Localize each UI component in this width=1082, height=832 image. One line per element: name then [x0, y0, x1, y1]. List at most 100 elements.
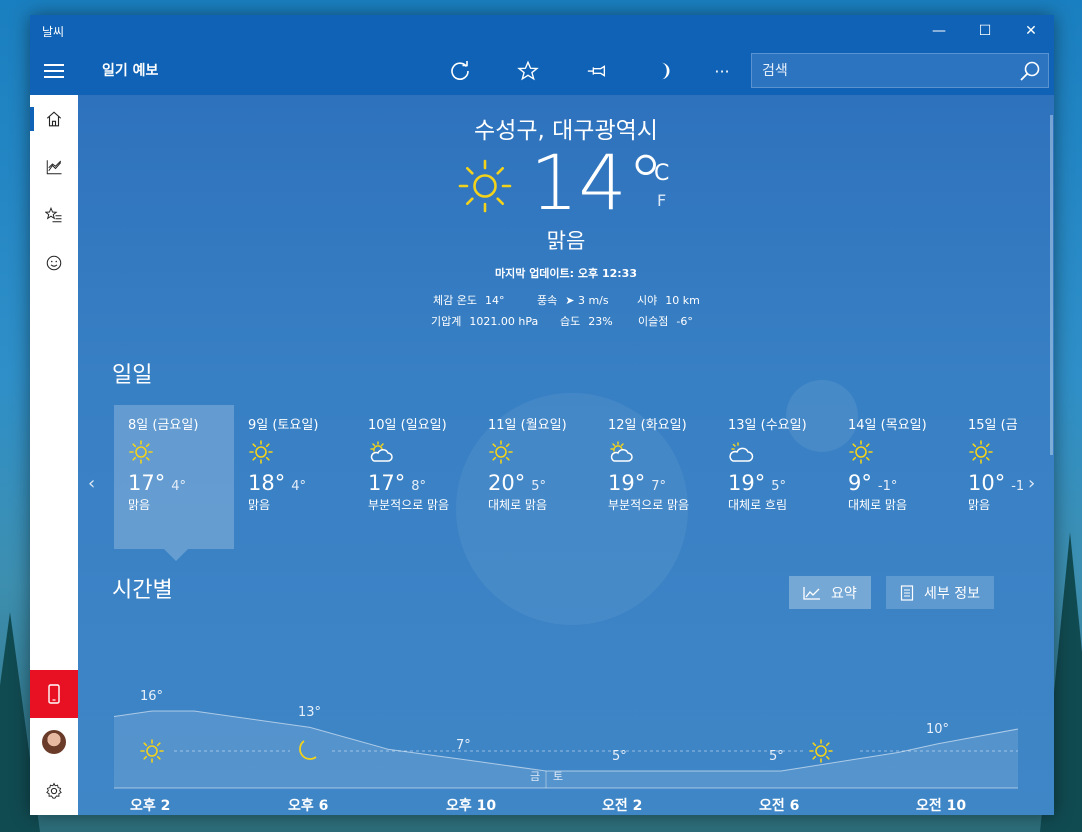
- weather-window: 날씨 — ☐ ✕ 일기 예보 ··· 검색 수성구, 대구광역시 14° C F…: [30, 15, 1054, 815]
- sun-icon: [458, 159, 512, 213]
- day-condition: 맑음: [968, 498, 991, 512]
- sun-icon: [489, 440, 513, 464]
- stat-wind: 풍속 ➤ 3 m/s: [537, 294, 609, 307]
- daily-section-title: 일일: [112, 363, 153, 388]
- page-title: 일기 예보: [102, 63, 159, 79]
- smiley-icon[interactable]: [30, 239, 78, 287]
- day-low: 7°: [651, 479, 667, 494]
- sun-icon: [129, 440, 153, 464]
- search-icon[interactable]: [1018, 59, 1042, 83]
- day-high: 20°: [488, 471, 526, 495]
- hourly-time-label: 오전 10: [916, 798, 967, 814]
- day-date: 12일 (화요일): [608, 418, 687, 433]
- details-label: 세부 정보: [924, 585, 980, 602]
- day-condition: 부분적으로 맑음: [608, 498, 690, 512]
- hourly-temp-label: 5°: [769, 749, 784, 764]
- sun-icon: [809, 739, 833, 763]
- chevron-left-icon[interactable]: ‹: [88, 473, 95, 494]
- day-condition: 맑음: [128, 498, 151, 512]
- avatar[interactable]: [42, 730, 66, 754]
- day-date: 9일 (토요일): [248, 418, 319, 433]
- unit-fahrenheit[interactable]: F: [657, 191, 666, 210]
- favorites-list-icon[interactable]: [30, 191, 78, 239]
- scrollbar[interactable]: [1050, 115, 1053, 455]
- document-icon: [900, 584, 914, 601]
- refresh-icon[interactable]: [442, 55, 478, 87]
- day-high: 18°: [248, 471, 286, 495]
- day-low: -1°: [877, 479, 898, 494]
- search-input[interactable]: [762, 60, 1012, 82]
- hourly-chart: [113, 710, 1019, 789]
- phone-icon[interactable]: [30, 670, 78, 718]
- app-bar: 일기 예보 ···: [30, 47, 1054, 95]
- day-low: 5°: [531, 479, 547, 494]
- day-low: 8°: [411, 479, 427, 494]
- day-high: 19°: [608, 471, 646, 495]
- hourly-temp-label: 13°: [298, 705, 322, 721]
- day-condition: 대체로 맑음: [848, 498, 908, 512]
- hourly-time-label: 오전 6: [759, 798, 800, 814]
- sun-icon: [249, 440, 273, 464]
- home-icon[interactable]: [30, 95, 78, 143]
- day-date: 15일 (금: [968, 418, 1018, 433]
- day-date: 10일 (일요일): [368, 418, 447, 433]
- day-date: 8일 (금요일): [128, 418, 199, 433]
- day-low: 5°: [771, 479, 787, 494]
- hamburger-menu-icon[interactable]: [30, 47, 78, 95]
- details-toggle-button[interactable]: 세부 정보: [886, 576, 994, 609]
- daily-day-card[interactable]: 11일 (월요일) 20° 5° 대체로 맑음: [474, 405, 594, 549]
- daily-day-card[interactable]: 14일 (목요일) 9° -1° 대체로 맑음: [834, 405, 954, 549]
- day-condition: 대체로 맑음: [488, 498, 548, 512]
- day-high: 17°: [128, 471, 166, 495]
- daily-day-card[interactable]: 10일 (일요일) 17° 8° 부분적으로 맑음: [354, 405, 474, 549]
- selection-notch: [164, 549, 188, 561]
- day-date: 11일 (월요일): [488, 418, 567, 433]
- close-button[interactable]: ✕: [1008, 15, 1054, 47]
- day-high: 10°: [968, 471, 1006, 495]
- maximize-button[interactable]: ☐: [962, 15, 1008, 47]
- favorite-icon[interactable]: [510, 55, 546, 87]
- unit-celsius[interactable]: C: [654, 161, 669, 186]
- daily-day-card[interactable]: 12일 (화요일) 19° 7° 부분적으로 맑음: [594, 405, 714, 549]
- hourly-temp-label: 10°: [926, 721, 950, 737]
- day-low: 4°: [291, 479, 307, 494]
- day-high: 17°: [368, 471, 406, 495]
- chart-icon: [803, 586, 820, 600]
- current-temperature: 14°: [530, 138, 665, 227]
- chevron-right-icon[interactable]: ›: [1028, 473, 1035, 494]
- hourly-time-label: 오후 10: [446, 798, 497, 814]
- hourly-time-label: 오전 2: [602, 798, 643, 814]
- hourly-temp-label: 5°: [612, 749, 627, 764]
- minimize-button[interactable]: —: [916, 15, 962, 47]
- stat-humidity: 습도 23%: [560, 315, 613, 328]
- last-updated: 마지막 업데이트: 오후 12:33: [495, 267, 637, 280]
- stat-feels-like: 체감 온도 14°: [433, 294, 505, 307]
- daily-day-card[interactable]: 9일 (토요일) 18° 4° 맑음: [234, 405, 354, 549]
- day-high: 9°: [848, 471, 872, 495]
- dark-mode-icon[interactable]: [646, 55, 682, 87]
- day-condition: 부분적으로 맑음: [368, 498, 450, 512]
- sun-icon: [969, 440, 993, 464]
- day-condition: 대체로 흐림: [728, 498, 788, 512]
- more-icon[interactable]: ···: [704, 55, 740, 87]
- daily-day-card[interactable]: 8일 (금요일) 17° 4° 맑음: [114, 405, 234, 561]
- hourly-temp-label: 7°: [456, 738, 471, 754]
- day-marker-right: 토: [553, 770, 564, 783]
- temperature-area: [114, 711, 1018, 788]
- chart-icon[interactable]: [30, 143, 78, 191]
- hourly-time-label: 오후 2: [130, 798, 171, 814]
- daily-day-card[interactable]: 13일 (수요일) 19° 5° 대체로 흐림: [714, 405, 834, 549]
- pin-icon[interactable]: [579, 55, 615, 87]
- partly-cloudy-icon: [370, 441, 393, 462]
- title-bar: 날씨 — ☐ ✕: [30, 15, 1054, 47]
- partly-cloudy-icon: [610, 441, 633, 462]
- stat-dew-point: 이슬점 -6°: [638, 315, 693, 328]
- search-box: [751, 53, 1049, 88]
- current-condition: 맑음: [546, 229, 586, 253]
- day-low: 4°: [171, 479, 187, 494]
- day-date: 14일 (목요일): [848, 418, 927, 433]
- stat-pressure: 기압계 1021.00 hPa: [431, 315, 539, 328]
- summary-toggle-button[interactable]: 요약: [789, 576, 871, 609]
- sun-icon: [849, 440, 873, 464]
- settings-icon[interactable]: [30, 767, 78, 815]
